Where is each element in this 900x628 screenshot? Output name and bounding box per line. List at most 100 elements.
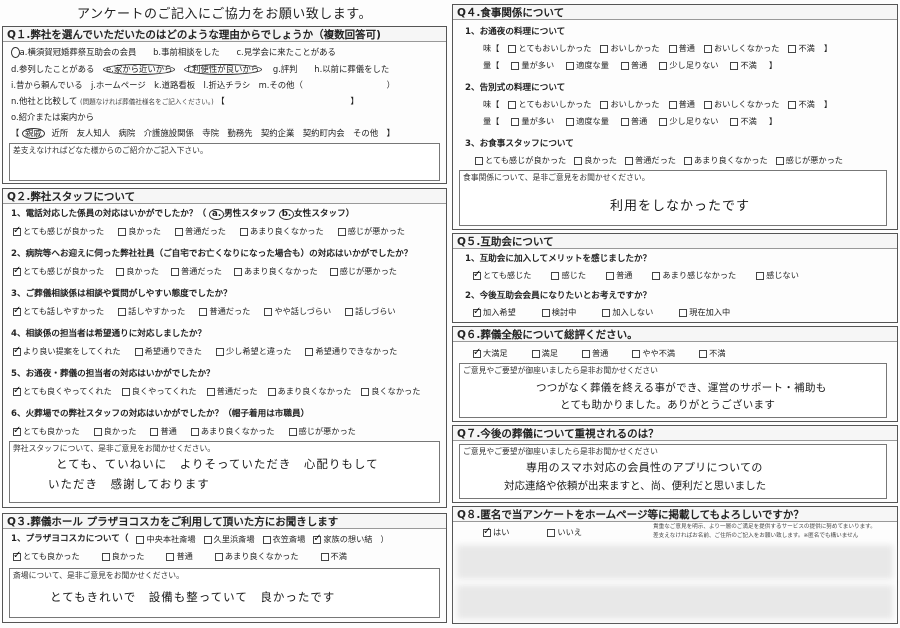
checkbox[interactable] [551, 271, 560, 280]
q1-option-gh[interactable]: g.評判 h.以前に葬儀をした [273, 64, 389, 74]
checkbox[interactable] [566, 117, 575, 126]
checkbox[interactable] [511, 117, 520, 126]
checkbox[interactable] [116, 267, 125, 276]
checkbox[interactable] [600, 100, 609, 109]
checkbox[interactable] [361, 387, 370, 396]
checkbox[interactable] [320, 552, 329, 561]
q2-comment-box[interactable]: 弊社スタッフについて、是非ご意見をお聞かせください。 とても、ていねいに よりそ… [9, 441, 440, 503]
checkbox[interactable] [171, 267, 179, 276]
q4-s-opt-0[interactable]: とても感じが良かった [475, 155, 566, 166]
checkbox[interactable] [166, 552, 175, 561]
checkbox[interactable] [175, 227, 183, 236]
q1-option-e[interactable]: e.家から近いから [103, 64, 176, 75]
checkbox[interactable] [652, 271, 661, 280]
checkbox[interactable] [262, 535, 271, 544]
q3-opt-0[interactable]: とても良かった [13, 550, 80, 562]
checkbox[interactable] [566, 61, 575, 70]
q4-t2-opt-0[interactable]: とてもおいしかった [508, 99, 591, 110]
checkbox[interactable] [541, 308, 550, 317]
q8-opt-no[interactable]: いいえ [547, 527, 582, 538]
q4-s-opt-1[interactable]: 良かった [574, 155, 617, 166]
checkbox[interactable] [703, 44, 712, 53]
q2-3-opt-1[interactable]: 話しやすかった [118, 306, 185, 317]
q2-2-opt-4[interactable]: 感じが悪かった [329, 266, 397, 277]
q3-opt-2[interactable]: 普通 [166, 551, 193, 562]
checkbox[interactable] [215, 347, 224, 356]
q2-6-opt-0[interactable]: とても良かった [13, 425, 80, 437]
checkbox[interactable] [632, 349, 641, 358]
q2-2-opt-2[interactable]: 普通だった [171, 266, 222, 277]
checkbox[interactable] [134, 347, 143, 356]
checkbox[interactable] [13, 305, 21, 316]
checkbox[interactable] [203, 535, 212, 544]
q6-opt-4[interactable]: 不満 [699, 348, 726, 359]
checkbox[interactable] [233, 267, 242, 276]
checkbox[interactable] [288, 427, 297, 436]
checkbox[interactable] [93, 427, 102, 436]
q3-hall-1[interactable]: 久里浜斎場 [203, 534, 255, 545]
q1-row5[interactable]: o.紹介または案内から [11, 112, 94, 123]
checkbox[interactable] [199, 307, 208, 316]
q2-1-opt-3[interactable]: あまり良くなかった [239, 226, 324, 237]
q2-male-circle[interactable]: a. [209, 209, 225, 220]
q4-q1-opt-3[interactable]: 少し足りない [659, 60, 718, 71]
checkbox[interactable] [531, 349, 540, 358]
checkbox[interactable] [511, 61, 520, 70]
checkbox[interactable] [206, 387, 215, 396]
q4-t1-opt-4[interactable]: 不満 [788, 43, 815, 54]
q2-6-opt-3[interactable]: あまり良くなかった [190, 426, 275, 437]
q4-q2-opt-1[interactable]: 適度な量 [566, 116, 609, 127]
q4-q2-opt-3[interactable]: 少し足りない [659, 116, 718, 127]
checkbox[interactable] [13, 345, 21, 356]
q2-5-opt-4[interactable]: 良くなかった [361, 386, 420, 397]
q5-2-opt-3[interactable]: 現在加入中 [679, 307, 730, 318]
q1-row3[interactable]: i.昔から頼んでいる j.ホームページ k.道路看板 l.折込チラシ m.その他… [11, 80, 395, 91]
checkbox[interactable] [508, 44, 517, 53]
q2-1-opt-2[interactable]: 普通だった [175, 226, 226, 237]
q2-5-opt-2[interactable]: 普通だった [206, 386, 258, 397]
checkbox[interactable] [659, 117, 668, 126]
checkbox[interactable] [345, 307, 354, 316]
q6-opt-0[interactable]: 大満足 [473, 347, 508, 359]
q2-6-opt-1[interactable]: 良かった [93, 426, 136, 437]
q1-row6-options[interactable]: 近所 友人知人 病院 介護施設関係 寺院 勤務先 契約企業 契約町内会 その他 … [51, 128, 394, 138]
checkbox[interactable] [659, 61, 668, 70]
checkbox[interactable] [620, 117, 629, 126]
q2-2-opt-1[interactable]: 良かった [116, 266, 159, 277]
checkbox[interactable] [483, 526, 491, 537]
q6-comment-box[interactable]: ご意見やご要望が御座いましたら是非お聞かせください つつがなく葬儀を終える事がで… [459, 363, 887, 418]
q4-q2-opt-2[interactable]: 普通 [620, 116, 647, 127]
q1-option-shinseki[interactable]: 親戚 [22, 128, 45, 139]
checkbox[interactable] [13, 265, 21, 276]
q4-s-opt-3[interactable]: あまり良くなかった [683, 155, 768, 166]
q2-3-opt-4[interactable]: 話しづらい [345, 306, 396, 317]
q4-q2-opt-0[interactable]: 量が多い [511, 116, 554, 127]
q4-t1-opt-3[interactable]: おいしくなかった [703, 43, 779, 54]
checkbox[interactable] [13, 425, 21, 436]
checkbox[interactable] [13, 550, 21, 561]
q5-1-opt-4[interactable]: 感じない [756, 270, 799, 281]
q2-1-opt-4[interactable]: 感じが悪かった [337, 226, 405, 237]
q2-3-opt-3[interactable]: やや話しづらい [264, 306, 331, 317]
q6-opt-2[interactable]: 普通 [581, 348, 608, 359]
checkbox[interactable] [313, 533, 322, 544]
checkbox[interactable] [679, 308, 688, 317]
checkbox[interactable] [581, 349, 590, 358]
q5-1-opt-0[interactable]: とても感じた [473, 269, 531, 281]
checkbox[interactable] [574, 156, 583, 165]
q8-opt-yes[interactable]: はい [483, 526, 509, 538]
q5-1-opt-3[interactable]: あまり感じなかった [652, 270, 736, 281]
q5-2-opt-1[interactable]: 検討中 [541, 307, 576, 318]
checkbox[interactable] [683, 156, 692, 165]
q1-option-n[interactable]: n.他社と比較して [11, 96, 77, 106]
checkbox[interactable] [118, 227, 127, 236]
q2-4-opt-3[interactable]: 希望通りできなかった [305, 346, 397, 357]
checkbox[interactable] [475, 156, 483, 165]
q5-1-opt-2[interactable]: 普通 [606, 270, 632, 281]
checkbox[interactable] [668, 100, 677, 109]
q3-hall-0[interactable]: 中央本社斎場 [136, 534, 196, 545]
q1-option-d[interactable]: d.参列したことがある [11, 64, 94, 74]
q2-4-opt-0[interactable]: より良い提案をしてくれた [13, 345, 121, 357]
checkbox[interactable] [668, 44, 677, 53]
checkbox[interactable] [620, 61, 629, 70]
